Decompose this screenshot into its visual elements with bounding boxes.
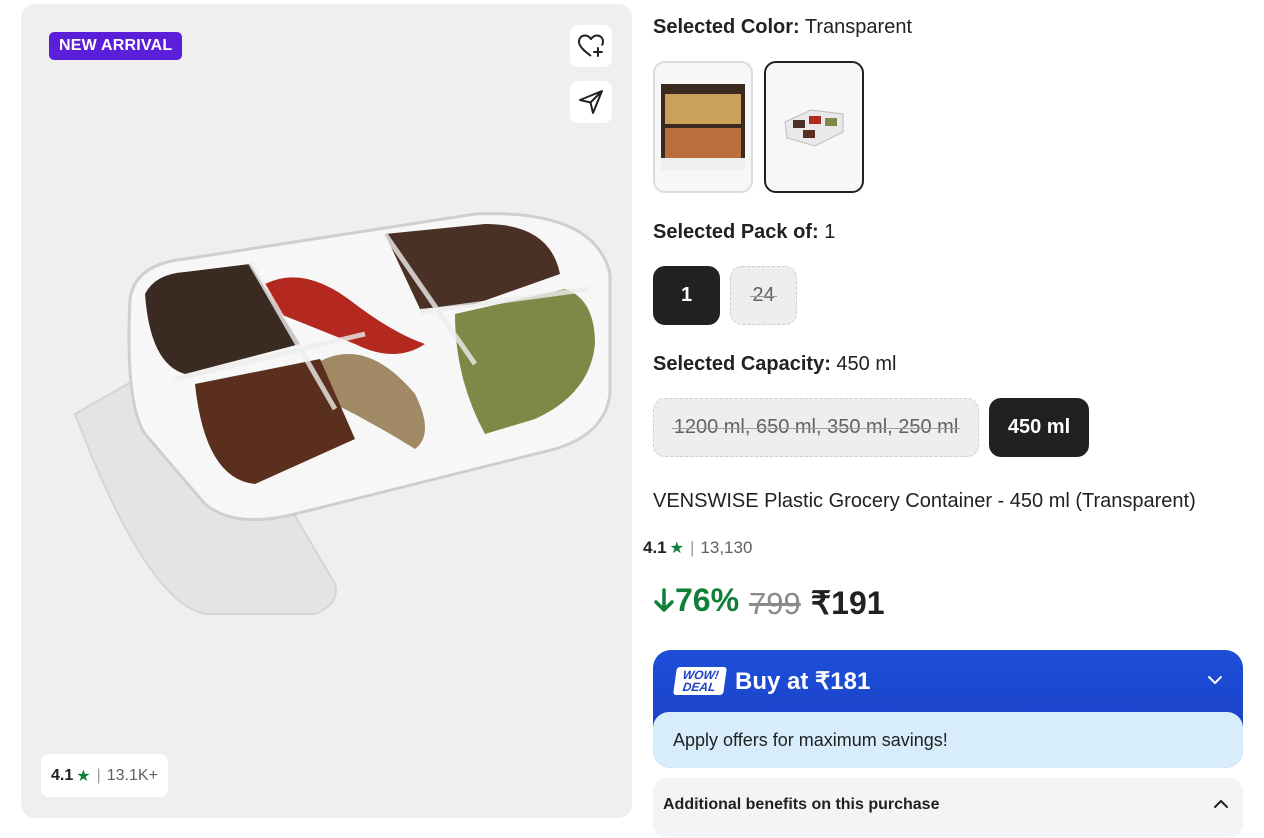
wow-deal-badge: WOW! DEAL [673,667,727,695]
spice-rack-thumbnail [661,84,745,170]
wow-deal-card[interactable]: WOW! DEAL Buy at ₹181 Apply offers for m… [653,650,1243,768]
apply-offers-banner[interactable]: Apply offers for maximum savings! [653,712,1243,768]
product-title: VENSWISE Plastic Grocery Container - 450… [653,490,1196,512]
transparent-container-thumbnail [784,109,844,147]
mrp-price: 799 [749,585,801,621]
color-swatch-transparent[interactable] [764,61,864,193]
arrow-down-icon [654,587,674,612]
selected-color-row: Selected Color: Transparent [653,16,912,39]
star-icon: ★ [669,540,684,557]
selling-price: ₹191 [810,584,885,621]
selected-pack-label: Selected Pack of: [653,221,819,243]
selected-capacity-row: Selected Capacity: 450 ml [653,353,896,376]
additional-benefits-label: Additional benefits on this purchase [663,796,940,813]
selected-pack-row: Selected Pack of: 1 [653,221,835,244]
capacity-option-other[interactable]: 1200 ml, 650 ml, 350 ml, 250 ml [653,398,979,457]
pack-option-1[interactable]: 1 [653,266,720,325]
wow-deal-header[interactable]: WOW! DEAL Buy at ₹181 [653,650,1243,712]
capacity-option-label: 1200 ml, 650 ml, 350 ml, 250 ml [671,416,960,438]
pack-option-24[interactable]: 24 [730,266,797,325]
pack-option-label: 1 [680,284,693,306]
product-image [73,212,612,615]
product-image-gallery[interactable]: NEW ARRIVAL 4.1 ★ | 13.1K+ [21,4,632,818]
price-row: 76% 799 ₹191 [653,582,885,622]
chevron-up-icon[interactable] [1213,796,1229,812]
color-swatch-spice-rack[interactable] [653,61,753,193]
new-arrival-badge: NEW ARRIVAL [49,32,183,60]
additional-benefits-section[interactable]: Additional benefits on this purchase [653,778,1243,838]
selected-capacity-value: 450 ml [836,353,897,375]
share-button[interactable] [570,81,612,123]
paper-plane-icon [579,90,603,114]
rating-value: 4.1 [51,766,74,784]
selected-capacity-label: Selected Capacity: [653,353,831,375]
rating-value: 4.1 [643,538,667,557]
wishlist-button[interactable] [570,25,612,67]
divider: | [96,766,101,784]
selected-color-value: Transparent [804,16,912,38]
wow-deal-badge-line2: DEAL [681,680,717,694]
rating-count: 13,130 [700,538,753,557]
rating-count: 13.1K+ [106,766,158,784]
product-rating[interactable]: 4.1 ★ | 13,130 [643,538,752,558]
capacity-option-label: 450 ml [1007,416,1071,438]
heart-plus-icon [578,34,604,57]
buy-at-price-label: Buy at ₹181 [735,667,871,695]
pack-option-label: 24 [750,284,777,306]
star-icon: ★ [76,767,91,785]
selected-color-label: Selected Color: [653,16,800,38]
discount: 76% [653,582,739,619]
image-rating-pill: 4.1 ★ | 13.1K+ [41,754,168,797]
capacity-option-450ml[interactable]: 450 ml [989,398,1089,457]
apply-offers-text: Apply offers for maximum savings! [673,729,948,750]
selected-pack-value: 1 [824,221,836,243]
discount-percent: 76% [675,582,740,618]
chevron-down-icon[interactable] [1207,672,1223,688]
divider: | [689,538,695,557]
